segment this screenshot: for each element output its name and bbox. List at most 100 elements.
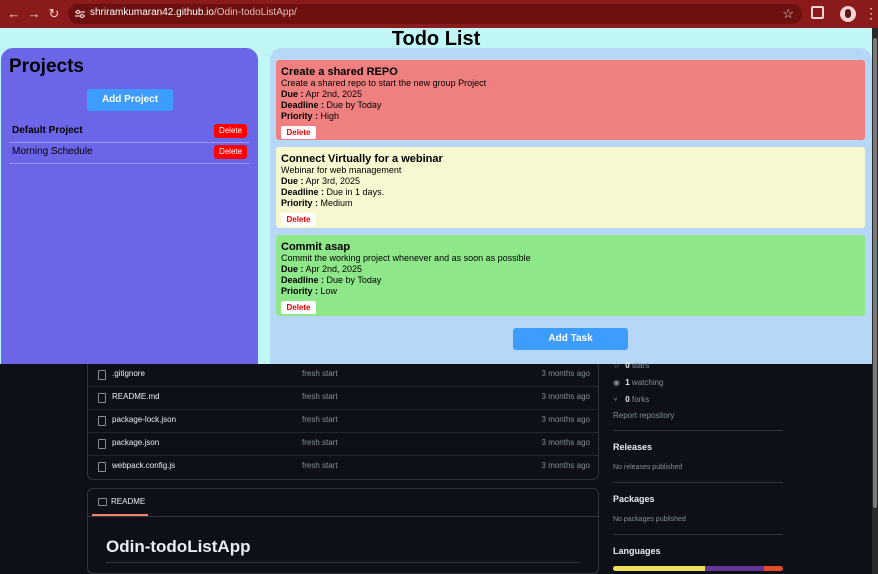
deadline-value: Due by Today: [326, 275, 382, 285]
task-priority: Priority : Medium: [281, 198, 860, 209]
task-deadline: Deadline : Due by Today: [281, 275, 860, 286]
report-repository-link[interactable]: Report repository: [613, 411, 674, 420]
commit-message[interactable]: fresh start: [302, 415, 338, 424]
languages-bar: [613, 566, 783, 571]
watching-count: 1: [625, 378, 630, 387]
priority-label: Priority :: [281, 286, 319, 296]
forward-icon[interactable]: →: [26, 6, 42, 22]
commit-message[interactable]: fresh start: [302, 438, 338, 447]
book-icon: [98, 498, 107, 506]
forks-count: 0: [625, 395, 630, 404]
file-name[interactable]: package-lock.json: [112, 415, 176, 424]
deadline-label: Deadline :: [281, 187, 325, 197]
add-task-button[interactable]: Add Task: [513, 328, 628, 350]
project-item[interactable]: Morning Schedule Delete: [9, 143, 249, 164]
priority-value: High: [320, 111, 340, 121]
file-icon: [98, 439, 106, 449]
page-scrollbar[interactable]: [872, 28, 878, 574]
commit-message[interactable]: fresh start: [302, 392, 338, 401]
task-due: Due : Apr 2nd, 2025: [281, 89, 860, 100]
divider: [613, 482, 783, 483]
readme-title: Odin-todoListApp: [106, 537, 251, 556]
star-icon: ☆: [613, 361, 621, 370]
file-icon: [98, 393, 106, 403]
readme-tab-label: README: [111, 497, 146, 506]
file-row[interactable]: webpack.config.js fresh start 3 months a…: [88, 456, 598, 479]
projects-panel: Projects Add Project Default Project Del…: [1, 48, 258, 364]
file-row[interactable]: package-lock.json fresh start 3 months a…: [88, 410, 598, 433]
commit-time: 3 months ago: [541, 438, 590, 447]
profile-avatar[interactable]: [840, 6, 856, 22]
todo-app: Todo List Projects Add Project Default P…: [0, 28, 872, 364]
watching-stat[interactable]: ◉ 1 watching: [613, 378, 664, 387]
task-title: Connect Virtually for a webinar: [281, 153, 443, 165]
file-list: .gitignore fresh start 3 months ago READ…: [87, 364, 599, 480]
due-label: Due :: [281, 264, 304, 274]
divider: [106, 562, 580, 563]
delete-task-button[interactable]: Delete: [281, 301, 316, 314]
delete-project-button[interactable]: Delete: [214, 145, 247, 159]
back-icon[interactable]: ←: [6, 6, 22, 22]
file-row[interactable]: README.md fresh start 3 months ago: [88, 387, 598, 410]
extensions-icon[interactable]: [811, 6, 824, 19]
projects-heading: Projects: [9, 56, 84, 77]
due-value: Apr 2nd, 2025: [305, 89, 363, 99]
task-description: Create a shared repo to start the new gr…: [281, 78, 487, 88]
fork-icon: ⑂: [613, 395, 618, 404]
readme-panel: README Odin-todoListApp: [87, 488, 599, 574]
divider: [613, 534, 783, 535]
task-card: Create a shared REPO Create a shared rep…: [276, 60, 865, 140]
browser-toolbar: ← → ↻ shriramkumaran42.github.io/Odin-to…: [0, 0, 878, 28]
file-name[interactable]: webpack.config.js: [112, 461, 175, 470]
forks-stat[interactable]: ⑂ 0 forks: [613, 395, 649, 404]
watching-label: watching: [631, 378, 664, 387]
browser-menu-icon[interactable]: ⋮: [864, 5, 878, 21]
project-name: Default Project: [12, 125, 83, 136]
file-name[interactable]: README.md: [112, 392, 160, 401]
priority-value: Low: [320, 286, 338, 296]
language-segment: [613, 566, 705, 571]
task-deadline: Deadline : Due in 1 days.: [281, 187, 860, 198]
task-description: Commit the working project whenever and …: [281, 253, 531, 263]
delete-task-button[interactable]: Delete: [281, 126, 316, 139]
url-text: shriramkumaran42.github.io/Odin-todoList…: [90, 7, 297, 18]
releases-heading[interactable]: Releases: [613, 442, 652, 452]
site-settings-icon[interactable]: [74, 8, 86, 20]
file-icon: [98, 416, 106, 426]
priority-label: Priority :: [281, 111, 319, 121]
forks-label: forks: [631, 395, 650, 404]
delete-task-button[interactable]: Delete: [281, 213, 316, 226]
deadline-value: Due in 1 days.: [326, 187, 385, 197]
task-card: Commit asap Commit the working project w…: [276, 235, 865, 316]
eye-icon: ◉: [613, 378, 620, 387]
file-icon: [98, 370, 106, 380]
languages-heading: Languages: [613, 546, 661, 556]
scrollbar-thumb[interactable]: [873, 38, 877, 508]
stars-stat[interactable]: ☆ 0 stars: [613, 361, 649, 370]
file-name[interactable]: .gitignore: [112, 369, 145, 378]
commit-message[interactable]: fresh start: [302, 461, 338, 470]
file-name[interactable]: package.json: [112, 438, 159, 447]
stars-label: stars: [631, 361, 650, 370]
due-label: Due :: [281, 89, 304, 99]
task-due: Due : Apr 3rd, 2025: [281, 176, 860, 187]
packages-heading[interactable]: Packages: [613, 494, 655, 504]
file-icon: [98, 462, 106, 472]
due-value: Apr 2nd, 2025: [305, 264, 363, 274]
bookmark-star-icon[interactable]: ☆: [782, 6, 794, 22]
commit-message[interactable]: fresh start: [302, 369, 338, 378]
commit-time: 3 months ago: [541, 415, 590, 424]
task-priority: Priority : High: [281, 111, 860, 122]
language-segment: [764, 566, 783, 571]
task-title: Commit asap: [281, 241, 351, 253]
delete-project-button[interactable]: Delete: [214, 124, 247, 138]
task-card: Connect Virtually for a webinar Webinar …: [276, 147, 865, 228]
reload-icon[interactable]: ↻: [46, 6, 62, 22]
file-row[interactable]: package.json fresh start 3 months ago: [88, 433, 598, 456]
readme-tab[interactable]: README: [92, 489, 148, 516]
address-bar[interactable]: shriramkumaran42.github.io/Odin-todoList…: [68, 4, 802, 24]
project-item[interactable]: Default Project Delete: [9, 122, 249, 143]
add-project-button[interactable]: Add Project: [87, 89, 173, 111]
deadline-label: Deadline :: [281, 100, 325, 110]
file-row[interactable]: .gitignore fresh start 3 months ago: [88, 364, 598, 387]
